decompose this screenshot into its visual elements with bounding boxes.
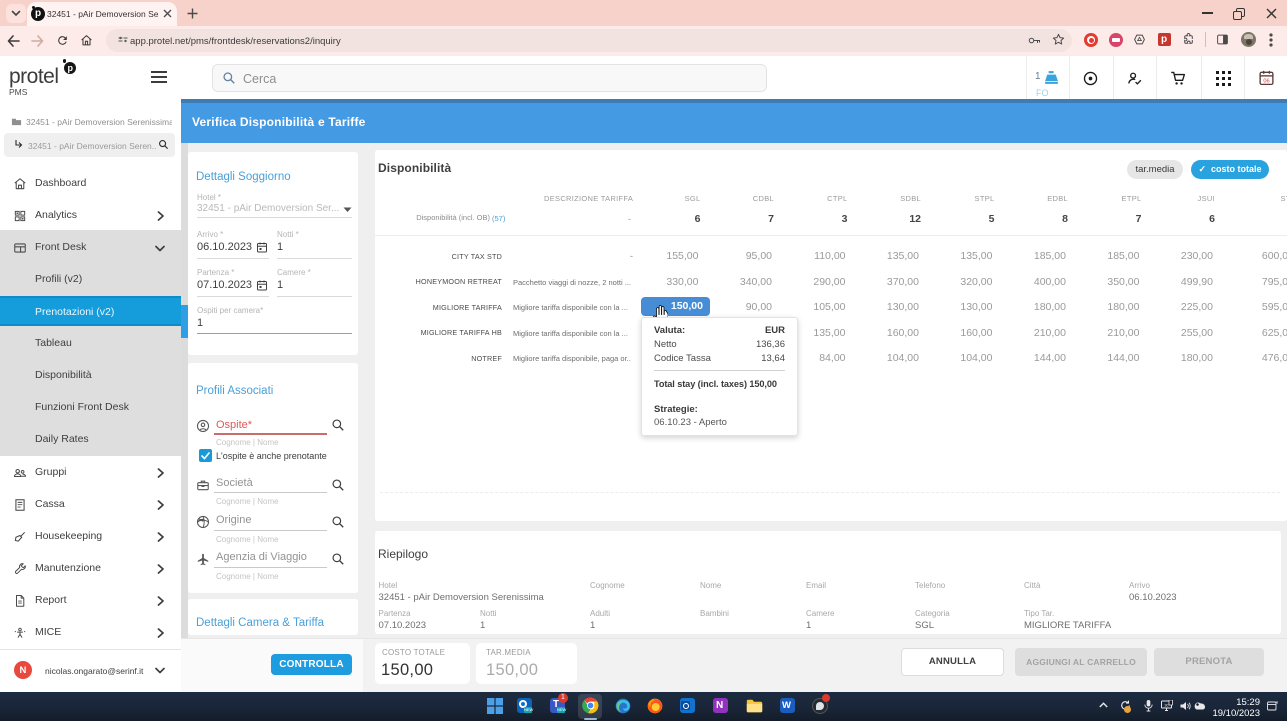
svg-text:30: 30 [1165, 704, 1169, 708]
svg-text:06: 06 [1263, 78, 1269, 84]
